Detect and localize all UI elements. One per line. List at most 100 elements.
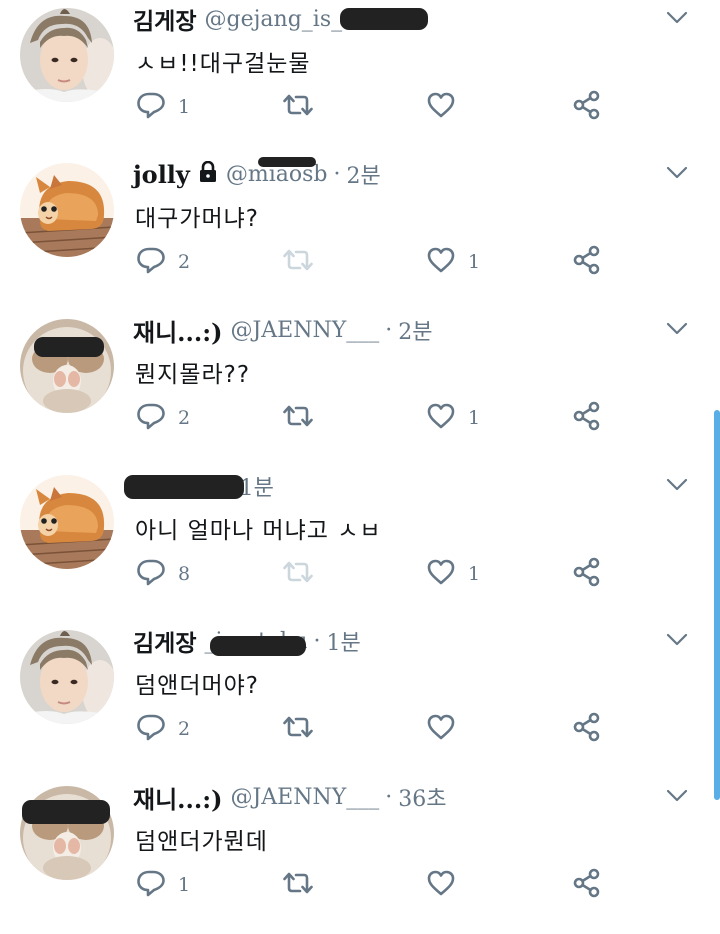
retweet-button[interactable]: [282, 245, 326, 279]
avatar[interactable]: [20, 163, 114, 257]
redaction-bar: [22, 800, 110, 824]
tweet[interactable]: 재니...:) @JAENNY___ · 2분 뭔지몰라?? 2 1: [0, 311, 714, 467]
share-icon: [572, 868, 602, 902]
share-button[interactable]: [572, 712, 602, 746]
display-name[interactable]: 김게장: [133, 624, 196, 658]
tweet-actions: 2: [136, 712, 616, 748]
tweet-text: ㅅㅂ!!대구걸눈물: [135, 51, 311, 77]
share-icon: [572, 557, 602, 591]
share-icon: [572, 401, 602, 435]
retweet-icon: [282, 712, 314, 746]
like-button[interactable]: [426, 90, 468, 124]
separator-dot: ·: [333, 161, 341, 187]
share-icon: [572, 245, 602, 279]
avatar[interactable]: [20, 630, 114, 724]
tweet-timestamp[interactable]: 2분: [347, 158, 381, 190]
like-count: 1: [468, 251, 481, 273]
reply-button[interactable]: 2: [136, 401, 190, 435]
chevron-down-icon[interactable]: [666, 632, 688, 651]
reply-button[interactable]: 8: [136, 557, 190, 591]
retweet-button[interactable]: [282, 868, 326, 902]
tweet-actions: 1: [136, 90, 616, 126]
share-button[interactable]: [572, 90, 602, 124]
user-handle[interactable]: @JAENNY___: [230, 785, 379, 810]
chevron-down-icon[interactable]: [666, 477, 688, 496]
tweet-header: 재니...:) @JAENNY___ · 36초: [133, 780, 446, 814]
chevron-down-icon[interactable]: [666, 10, 688, 29]
tweet[interactable]: miaosb · 1분 아니 얼마나 머냐고 ㅅㅂ 8 1: [0, 467, 714, 623]
retweet-icon: [282, 90, 314, 124]
retweet-button[interactable]: [282, 401, 326, 435]
reply-button[interactable]: 2: [136, 712, 190, 746]
reply-icon: [136, 868, 166, 902]
share-button[interactable]: [572, 557, 602, 591]
reply-icon: [136, 90, 166, 124]
tweet-timestamp[interactable]: 36초: [398, 781, 446, 813]
retweet-icon: [282, 868, 314, 902]
separator-dot: ·: [313, 628, 321, 654]
avatar[interactable]: [20, 8, 114, 102]
tweet[interactable]: 김게장 _is_otaku · 1분 덤앤더머야? 2: [0, 622, 714, 778]
retweet-icon: [282, 401, 314, 435]
like-button[interactable]: 1: [426, 401, 480, 435]
tweet-timestamp[interactable]: 1분: [240, 470, 274, 502]
share-button[interactable]: [572, 401, 602, 435]
like-count: 1: [468, 563, 481, 585]
share-button[interactable]: [572, 245, 602, 279]
share-icon: [572, 90, 602, 124]
tweet[interactable]: jolly @miaosb · 2분 대구가머냐? 2 1: [0, 155, 714, 311]
reply-count: 2: [178, 251, 191, 273]
avatar[interactable]: [20, 475, 114, 569]
heart-icon: [426, 712, 456, 746]
tweet-text: 덤앤더가뭔데: [135, 829, 268, 855]
lock-icon: [198, 160, 218, 189]
tweet-text: 아니 얼마나 머냐고 ㅅㅂ: [135, 518, 382, 544]
reply-button[interactable]: 1: [136, 868, 190, 902]
redaction-bar: [34, 337, 104, 357]
separator-dot: ·: [385, 317, 393, 343]
retweet-button[interactable]: [282, 90, 326, 124]
retweet-button[interactable]: [282, 557, 326, 591]
chevron-down-icon[interactable]: [666, 321, 688, 340]
display-name[interactable]: 재니...:): [133, 313, 222, 348]
like-button[interactable]: 1: [426, 245, 480, 279]
reply-button[interactable]: 2: [136, 245, 190, 279]
display-name[interactable]: 김게장: [133, 2, 196, 36]
display-name[interactable]: jolly: [133, 160, 190, 189]
tweet-timestamp[interactable]: 2분: [398, 314, 432, 346]
reply-count: 1: [178, 874, 191, 896]
like-button[interactable]: [426, 712, 468, 746]
redaction-bar: [340, 8, 428, 30]
heart-icon: [426, 868, 456, 902]
tweet-actions: 2 1: [136, 245, 616, 281]
display-name[interactable]: 재니...:): [133, 780, 222, 815]
tweet[interactable]: 김게장 @gejang_is_ · 2분 ㅅㅂ!!대구걸눈물 1: [0, 0, 714, 156]
chevron-down-icon[interactable]: [666, 788, 688, 807]
like-button[interactable]: [426, 868, 468, 902]
tweet-header: 재니...:) @JAENNY___ · 2분: [133, 313, 433, 347]
tweet-text: 덤앤더머야?: [135, 673, 260, 699]
chevron-down-icon[interactable]: [666, 165, 688, 184]
tweet-text: 대구가머냐?: [135, 206, 260, 232]
reply-icon: [136, 557, 166, 591]
share-button[interactable]: [572, 868, 602, 902]
user-handle[interactable]: @gejang_is_: [204, 7, 342, 32]
like-count: 1: [468, 407, 481, 429]
heart-icon: [426, 401, 456, 435]
reply-count: 8: [178, 563, 191, 585]
reply-icon: [136, 245, 166, 279]
tweet-actions: 2 1: [136, 401, 616, 437]
retweet-icon: [282, 557, 314, 591]
tweet[interactable]: 재니...:) @JAENNY___ · 36초 덤앤더가뭔데 1: [0, 778, 714, 934]
tweet-actions: 8 1: [136, 557, 616, 593]
avatar[interactable]: [20, 319, 114, 413]
user-handle[interactable]: @JAENNY___: [230, 318, 379, 343]
like-button[interactable]: 1: [426, 557, 480, 591]
reply-icon: [136, 401, 166, 435]
reply-count: 2: [178, 407, 191, 429]
retweet-button[interactable]: [282, 712, 326, 746]
tweet-timestamp[interactable]: 1분: [327, 625, 361, 657]
reply-count: 1: [178, 96, 191, 118]
scrollbar[interactable]: [714, 410, 720, 800]
reply-button[interactable]: 1: [136, 90, 190, 124]
